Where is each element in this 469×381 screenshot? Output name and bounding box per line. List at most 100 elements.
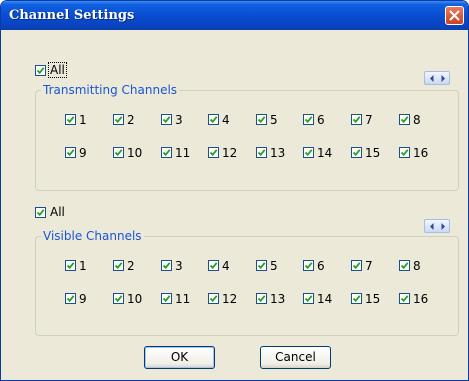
cancel-button[interactable]: Cancel (260, 346, 331, 369)
channel-checkbox-9[interactable]: 9 (65, 145, 87, 160)
checkbox-box[interactable] (399, 293, 410, 304)
channel-label: 1 (79, 258, 87, 273)
channel-checkbox-4[interactable]: 4 (208, 258, 230, 273)
checkbox-box[interactable] (161, 260, 172, 271)
checkmark-icon (400, 262, 409, 270)
checkbox-box[interactable] (161, 293, 172, 304)
ok-button[interactable]: OK (144, 346, 215, 369)
checkbox-box[interactable] (303, 114, 314, 125)
checkbox-box[interactable] (65, 114, 76, 125)
checkmark-icon (257, 295, 266, 303)
channel-checkbox-8[interactable]: 8 (399, 258, 421, 273)
channel-checkbox-5[interactable]: 5 (256, 112, 278, 127)
channel-checkbox-7[interactable]: 7 (351, 258, 373, 273)
channel-label: 4 (222, 112, 230, 127)
checkbox-box[interactable] (208, 114, 219, 125)
channel-checkbox-1[interactable]: 1 (65, 112, 87, 127)
channel-checkbox-4[interactable]: 4 (208, 112, 230, 127)
channel-checkbox-16[interactable]: 16 (399, 291, 428, 306)
checkbox-box[interactable] (161, 114, 172, 125)
channel-settings-dialog: Channel Settings All Transmitting Channe… (0, 0, 469, 381)
checkbox-box[interactable] (208, 293, 219, 304)
channel-label: 15 (365, 145, 381, 160)
checkbox-box[interactable] (351, 114, 362, 125)
checkmark-icon (257, 116, 266, 124)
channel-checkbox-9[interactable]: 9 (65, 291, 87, 306)
checkbox-box[interactable] (113, 293, 124, 304)
channel-label: 9 (79, 291, 87, 306)
checkbox-box[interactable] (303, 260, 314, 271)
checkbox-box[interactable] (65, 260, 76, 271)
visible-all-checkbox[interactable]: All (35, 205, 66, 219)
channel-checkbox-12[interactable]: 12 (208, 291, 237, 306)
visible-all-label: All (50, 205, 65, 219)
channel-checkbox-11[interactable]: 11 (161, 145, 190, 160)
channel-label: 15 (365, 291, 381, 306)
channel-row: 1 2 3 4 5 6 7 8 (65, 258, 465, 291)
transmitting-all-checkbox[interactable]: All (35, 62, 67, 78)
checkbox-box[interactable] (208, 147, 219, 158)
checkbox-box[interactable] (256, 260, 267, 271)
checkbox-box[interactable] (351, 293, 362, 304)
transmitting-scroll-button[interactable] (424, 71, 450, 85)
channel-label: 7 (365, 258, 373, 273)
channel-checkbox-10[interactable]: 10 (113, 145, 142, 160)
channel-label: 8 (413, 258, 421, 273)
channel-checkbox-10[interactable]: 10 (113, 291, 142, 306)
channel-checkbox-8[interactable]: 8 (399, 112, 421, 127)
checkbox-box[interactable] (208, 260, 219, 271)
transmitting-channels-group: Transmitting Channels 1 2 3 4 5 6 7 8 9 10 11 12 13 1… (35, 83, 459, 191)
checkbox-box[interactable] (303, 293, 314, 304)
channel-label: 2 (127, 112, 135, 127)
checkbox-box[interactable] (351, 147, 362, 158)
channel-checkbox-6[interactable]: 6 (303, 258, 325, 273)
checkmark-icon (162, 149, 171, 157)
channel-checkbox-6[interactable]: 6 (303, 112, 325, 127)
close-button[interactable] (445, 6, 464, 25)
channel-label: 3 (175, 112, 183, 127)
checkbox-box[interactable] (256, 293, 267, 304)
checkbox-box[interactable] (113, 114, 124, 125)
channel-label: 3 (175, 258, 183, 273)
channel-checkbox-2[interactable]: 2 (113, 258, 135, 273)
checkbox-box[interactable] (113, 260, 124, 271)
checkmark-icon (304, 149, 313, 157)
checkbox-box[interactable] (35, 64, 46, 76)
channel-checkbox-11[interactable]: 11 (161, 291, 190, 306)
checkbox-box[interactable] (161, 147, 172, 158)
checkmark-icon (36, 208, 45, 216)
checkmark-icon (209, 116, 218, 124)
channel-checkbox-13[interactable]: 13 (256, 291, 285, 306)
checkmark-icon (257, 262, 266, 270)
checkbox-box[interactable] (256, 147, 267, 158)
channel-checkbox-16[interactable]: 16 (399, 145, 428, 160)
checkbox-box[interactable] (113, 147, 124, 158)
channel-checkbox-15[interactable]: 15 (351, 291, 380, 306)
checkbox-box[interactable] (399, 147, 410, 158)
channel-checkbox-1[interactable]: 1 (65, 258, 87, 273)
channel-label: 13 (270, 145, 286, 160)
channel-label: 8 (413, 112, 421, 127)
visible-scroll-button[interactable] (424, 219, 450, 233)
checkmark-icon (66, 116, 75, 124)
channel-checkbox-13[interactable]: 13 (256, 145, 285, 160)
checkbox-box[interactable] (351, 260, 362, 271)
channel-checkbox-3[interactable]: 3 (161, 258, 183, 273)
title-bar[interactable]: Channel Settings (1, 1, 468, 30)
channel-checkbox-3[interactable]: 3 (161, 112, 183, 127)
channel-checkbox-12[interactable]: 12 (208, 145, 237, 160)
checkbox-box[interactable] (399, 114, 410, 125)
checkmark-icon (352, 295, 361, 303)
channel-checkbox-5[interactable]: 5 (256, 258, 278, 273)
checkbox-box[interactable] (65, 147, 76, 158)
channel-checkbox-7[interactable]: 7 (351, 112, 373, 127)
channel-checkbox-14[interactable]: 14 (303, 145, 332, 160)
checkbox-box[interactable] (303, 147, 314, 158)
checkbox-box[interactable] (65, 293, 76, 304)
checkbox-box[interactable] (35, 206, 46, 218)
channel-checkbox-2[interactable]: 2 (113, 112, 135, 127)
checkbox-box[interactable] (256, 114, 267, 125)
channel-checkbox-15[interactable]: 15 (351, 145, 380, 160)
channel-checkbox-14[interactable]: 14 (303, 291, 332, 306)
checkbox-box[interactable] (399, 260, 410, 271)
